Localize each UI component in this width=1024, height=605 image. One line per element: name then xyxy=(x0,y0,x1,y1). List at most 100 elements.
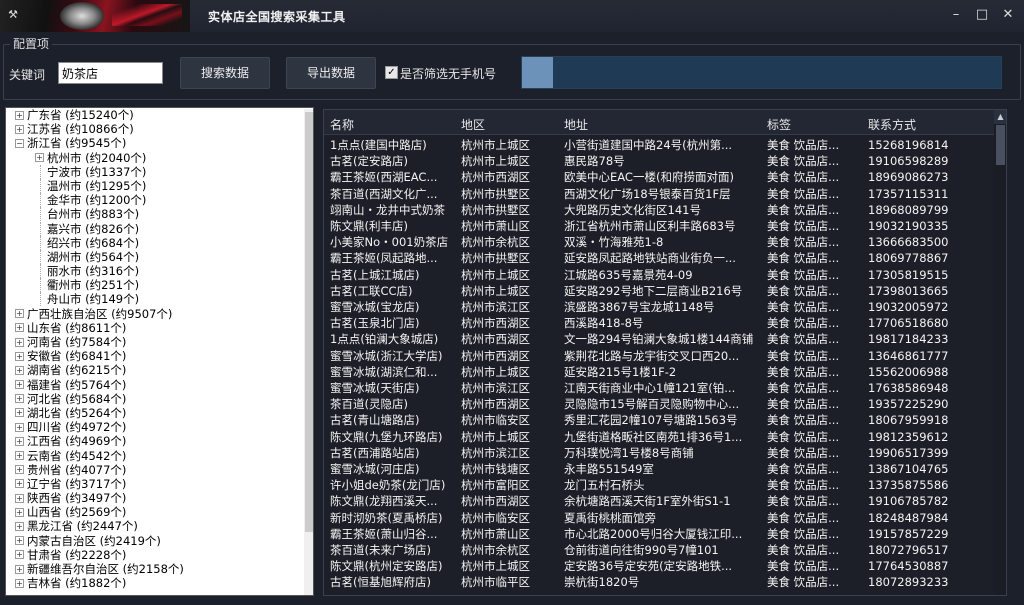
header-address[interactable]: 地址 xyxy=(564,116,588,133)
tree-item-province[interactable]: + 山东省 (约8611个) xyxy=(6,321,313,335)
tree-item-province[interactable]: + 广东省 (约15240个) xyxy=(6,108,313,122)
tree-item-province[interactable]: + 甘肃省 (约2228个) xyxy=(6,548,313,562)
tree-item-province[interactable]: + 辽宁省 (约3717个) xyxy=(6,477,313,491)
tree-item-province[interactable]: + 江西省 (约4969个) xyxy=(6,434,313,448)
expand-icon[interactable]: + xyxy=(15,479,24,489)
results-table[interactable]: 名称 地区 地址 标签 联系方式 1点点(建国中路店) 杭州市上城区 小营街道建国中… xyxy=(323,109,1007,596)
table-row[interactable]: 霸王茶姬(西湖EAC... 杭州市西湖区 欧美中心EAC一楼(和府捞面对面) 美食 饮… xyxy=(324,169,994,185)
table-row[interactable]: 小美家No・001奶茶店 杭州市余杭区 双溪・竹海雅苑1-8 美食 饮品店... 136… xyxy=(324,234,994,250)
expand-icon[interactable]: + xyxy=(15,351,24,361)
keyword-input[interactable] xyxy=(58,62,163,84)
expand-icon[interactable]: + xyxy=(15,521,24,531)
header-contact[interactable]: 联系方式 xyxy=(868,116,916,133)
tree-item-city[interactable]: 舟山市 (约149个) xyxy=(6,292,313,307)
table-row[interactable]: 1点点(铂澜大象城店) 杭州市西湖区 文一路294号铂澜大象城1楼144商铺 美食 饮… xyxy=(324,331,994,347)
tree-item-city[interactable]: 宁波市 (约1337个) xyxy=(6,164,313,179)
close-button[interactable]: ✕ xyxy=(996,4,1020,26)
tree-item-city[interactable]: 嘉兴市 (约826个) xyxy=(6,221,313,236)
table-row[interactable]: 新时沏奶茶(夏禹桥店) 杭州市临安区 夏禹街桃桃面馆旁 美食 饮品店... 182484… xyxy=(324,510,994,526)
table-row[interactable]: 许小姐de奶茶(龙门店) 杭州市富阳区 龙门五村石桥头 美食 饮品店... 137358… xyxy=(324,477,994,493)
expand-icon[interactable]: + xyxy=(15,323,24,333)
table-row[interactable]: 翊南山・龙井中式奶茶 杭州市拱墅区 大兜路历史文化街区141号 美食 饮品店... 18… xyxy=(324,202,994,218)
table-row[interactable]: 古茗(西浦路站店) 杭州市滨江区 万科璞悦湾1号楼8号商铺 美食 饮品店... 1990… xyxy=(324,445,994,461)
search-button[interactable]: 搜索数据 xyxy=(180,57,270,89)
expand-icon[interactable]: + xyxy=(15,380,24,390)
expand-icon[interactable]: + xyxy=(15,507,24,517)
table-row[interactable]: 1点点(建国中路店) 杭州市上城区 小营街道建国中路24号(杭州第... 美食 饮品店… xyxy=(324,137,994,153)
expand-icon[interactable]: + xyxy=(15,337,24,347)
tree-item-city[interactable]: 台州市 (约883个) xyxy=(6,207,313,222)
table-row[interactable]: 霸王茶姬(凤起路地... 杭州市拱墅区 延安路凤起路地铁站商业街负一... 美食 饮品… xyxy=(324,250,994,266)
tree-item-city[interactable]: 温州市 (约1295个) xyxy=(6,178,313,193)
table-row[interactable]: 陈文鼎(利丰店) 杭州市萧山区 浙江省杭州市萧山区利丰路683号 美食 饮品店... 1… xyxy=(324,218,994,234)
header-region[interactable]: 地区 xyxy=(461,116,485,133)
expand-icon[interactable]: + xyxy=(15,536,24,546)
tree-item-city[interactable]: 丽水市 (约316个) xyxy=(6,264,313,279)
tree-item-province[interactable]: + 广西壮族自治区 (约9507个) xyxy=(6,307,313,321)
tree-item-province[interactable]: + 湖南省 (约6215个) xyxy=(6,363,313,377)
table-scrollbar[interactable]: ▲ xyxy=(994,110,1006,595)
table-row[interactable]: 蜜雪冰城(河庄店) 杭州市钱塘区 永丰路551549室 美食 饮品店... 138671… xyxy=(324,461,994,477)
scroll-up-icon[interactable]: ▲ xyxy=(994,110,1006,124)
expand-icon[interactable]: + xyxy=(15,451,24,460)
expand-icon[interactable]: + xyxy=(15,394,24,404)
tree-item-province[interactable]: + 四川省 (约4972个) xyxy=(6,420,313,434)
tree-item-province[interactable]: + 内蒙古自治区 (约2419个) xyxy=(6,534,313,548)
table-scroll-thumb[interactable] xyxy=(996,125,1005,165)
table-row[interactable]: 霸王茶姬(萧山归谷... 杭州市萧山区 市心北路2000号归谷大厦钱江印... 美食 … xyxy=(324,526,994,542)
expand-icon[interactable]: + xyxy=(15,436,24,446)
tree-item-province[interactable]: + 福建省 (约5764个) xyxy=(6,378,313,392)
tree-item-province[interactable]: − 浙江省 (约9545个) xyxy=(6,136,313,150)
tree-item-province[interactable]: + 吉林省 (约1882个) xyxy=(6,576,313,590)
collapse-icon[interactable]: − xyxy=(15,138,24,148)
expand-icon[interactable]: + xyxy=(15,465,24,475)
expand-icon[interactable]: + xyxy=(15,493,24,503)
expand-icon[interactable]: + xyxy=(15,550,24,560)
table-row[interactable]: 古茗(恒基旭辉府店) 杭州市临平区 崇杭街1820号 美食 饮品店... 1807289… xyxy=(324,574,994,590)
tree-item-province[interactable]: + 安徽省 (约6841个) xyxy=(6,349,313,363)
expand-icon[interactable]: + xyxy=(15,408,24,418)
table-row[interactable]: 古茗(上城江城店) 杭州市上城区 江城路635号嘉景苑4-09 美食 饮品店... 17… xyxy=(324,267,994,283)
export-button[interactable]: 导出数据 xyxy=(286,57,376,89)
table-row[interactable]: 蜜雪冰城(湖滨仁和... 杭州市上城区 延安路215号1楼1F-2 美食 饮品店...… xyxy=(324,364,994,380)
tree-item-province[interactable]: + 云南省 (约4542个) xyxy=(6,449,313,463)
table-row[interactable]: 茶百道(西湖文化广... 杭州市拱墅区 西湖文化广场18号银泰百货1F层 美食 饮品店… xyxy=(324,186,994,202)
maximize-button[interactable]: □ xyxy=(970,4,994,26)
tree-item-province[interactable]: + 贵州省 (约4077个) xyxy=(6,463,313,477)
tree-item-province[interactable]: + 山西省 (约2569个) xyxy=(6,505,313,519)
tree-item-province[interactable]: + 江苏省 (约10866个) xyxy=(6,122,313,136)
header-tag[interactable]: 标签 xyxy=(767,116,791,133)
table-row[interactable]: 古茗(工联CC店) 杭州市上城区 延安路292号地下二层商业B216号 美食 饮品店.… xyxy=(324,283,994,299)
table-row[interactable]: 古茗(定安路店) 杭州市上城区 惠民路78号 美食 饮品店... 19106598289 xyxy=(324,153,994,169)
table-row[interactable]: 蜜雪冰城(宝龙店) 杭州市滨江区 滨盛路3867号宝龙城1148号 美食 饮品店...… xyxy=(324,299,994,315)
minimize-button[interactable]: – xyxy=(944,4,968,26)
tree-item-province[interactable]: + 湖北省 (约5264个) xyxy=(6,406,313,420)
table-row[interactable]: 蜜雪冰城(天街店) 杭州市滨江区 江南天街商业中心1幢121室(铂... 美食 饮品店… xyxy=(324,380,994,396)
expand-icon[interactable]: + xyxy=(15,422,24,432)
table-row[interactable]: 蜜雪冰城(浙江大学店) 杭州市西湖区 紫荆花北路与龙宇街交叉口西20... 美食 饮品… xyxy=(324,348,994,364)
expand-icon[interactable]: + xyxy=(15,365,24,375)
tree-item-province[interactable]: + 陕西省 (约3497个) xyxy=(6,491,313,505)
expand-icon[interactable]: + xyxy=(15,578,24,588)
tree-item-city[interactable]: 衢州市 (约251个) xyxy=(6,278,313,293)
tree-item-city[interactable]: 绍兴市 (约684个) xyxy=(6,235,313,250)
tree-scroll-thumb[interactable] xyxy=(305,112,313,532)
table-row[interactable]: 陈文鼎(九堡九环路店) 杭州市上城区 九堡街道格畈社区南苑1排36号1... 美食 饮… xyxy=(324,429,994,445)
expand-icon[interactable]: + xyxy=(15,110,24,120)
tree-item-province[interactable]: + 黑龙江省 (约2447个) xyxy=(6,519,313,533)
table-row[interactable]: 陈文鼎(杭州定安路店) 杭州市上城区 定安路36号定安苑(定安路地铁... 美食 饮品… xyxy=(324,558,994,574)
tree-scrollbar[interactable] xyxy=(304,109,313,595)
expand-icon[interactable]: + xyxy=(35,153,44,163)
tree-item-city[interactable]: 湖州市 (约564个) xyxy=(6,249,313,264)
header-name[interactable]: 名称 xyxy=(330,116,354,133)
tree-item-province[interactable]: + 河南省 (约7584个) xyxy=(6,335,313,349)
expand-icon[interactable]: + xyxy=(15,564,24,574)
tree-item-province[interactable]: + 新疆维吾尔自治区 (约2158个) xyxy=(6,562,313,576)
tree-item-city[interactable]: + 杭州市 (约2040个) xyxy=(6,151,313,165)
expand-icon[interactable]: + xyxy=(15,124,24,134)
tree-item-province[interactable]: + 河北省 (约5684个) xyxy=(6,392,313,406)
expand-icon[interactable]: + xyxy=(15,309,24,319)
filter-no-phone-checkbox[interactable]: ✓ xyxy=(385,66,398,79)
table-row[interactable]: 茶百道(未来广场店) 杭州市余杭区 仓前街道向往街990号7幢101 美食 饮品店..… xyxy=(324,542,994,558)
table-row[interactable]: 古茗(青山塘路店) 杭州市临安区 秀里汇花园2幢107号塘路1563号 美食 饮品店.… xyxy=(324,412,994,428)
